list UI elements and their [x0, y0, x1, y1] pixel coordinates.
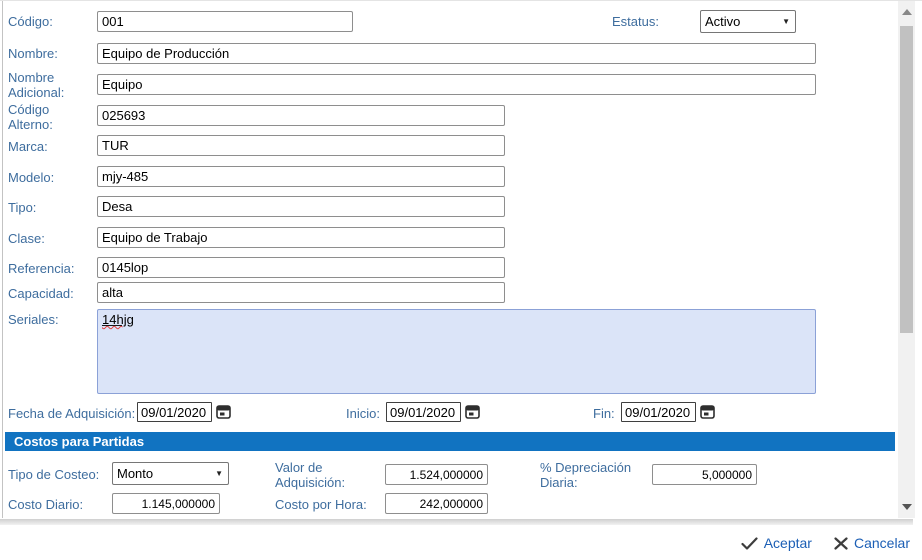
- bottom-divider: [0, 518, 913, 525]
- capacidad-input[interactable]: [97, 282, 505, 303]
- marca-label: Marca:: [8, 139, 48, 154]
- tipo-costeo-select-control[interactable]: Monto: [112, 462, 229, 485]
- seriales-textarea[interactable]: 14hjg: [97, 309, 816, 394]
- costo-por-hora-label: Costo por Hora:: [275, 497, 367, 512]
- calendar-icon[interactable]: [700, 404, 715, 419]
- referencia-label: Referencia:: [8, 261, 75, 276]
- nombre-input[interactable]: [97, 43, 816, 64]
- estatus-select-control[interactable]: Activo: [700, 10, 796, 33]
- depreciacion-diaria-label: % Depreciación Diaria:: [540, 460, 632, 490]
- codigo-label: Código:: [8, 14, 53, 29]
- tipo-costeo-select[interactable]: Monto ▼: [112, 462, 229, 485]
- panel-left-border: [2, 1, 3, 518]
- scroll-down-arrow-icon[interactable]: [902, 504, 912, 510]
- inicio-label: Inicio:: [346, 406, 380, 421]
- nombre-label: Nombre:: [8, 46, 58, 61]
- nombre-adicional-input[interactable]: [97, 74, 816, 95]
- check-icon: [741, 536, 758, 550]
- costos-section-header: Costos para Partidas: [5, 432, 895, 451]
- tipo-label: Tipo:: [8, 200, 37, 215]
- tipo-costeo-label: Tipo de Costeo:: [8, 467, 100, 482]
- scroll-up-arrow-icon[interactable]: [902, 9, 912, 15]
- seriales-value: 14hjg: [102, 312, 134, 327]
- codigo-input[interactable]: [97, 11, 353, 32]
- vertical-scrollbar[interactable]: [898, 1, 915, 518]
- seriales-label: Seriales:: [8, 312, 59, 327]
- inicio-input[interactable]: [386, 402, 461, 422]
- nombre-adicional-label: Nombre Adicional:: [8, 70, 65, 100]
- capacidad-label: Capacidad:: [8, 286, 74, 301]
- estatus-select[interactable]: Activo ▼: [700, 10, 796, 33]
- valor-adquisicion-input[interactable]: [385, 464, 488, 485]
- footer-action-bar: Aceptar Cancelar: [0, 525, 922, 560]
- codigo-alterno-label: Código Alterno:: [8, 102, 53, 132]
- fin-label: Fin:: [593, 406, 615, 421]
- referencia-input[interactable]: [97, 257, 505, 278]
- modelo-label: Modelo:: [8, 170, 55, 185]
- vertical-scrollbar-thumb[interactable]: [900, 26, 913, 333]
- clase-label: Clase:: [8, 231, 45, 246]
- fecha-adquisicion-label: Fecha de Adquisición:: [8, 406, 136, 421]
- cancelar-label: Cancelar: [853, 535, 910, 551]
- depreciacion-diaria-input[interactable]: [652, 464, 757, 485]
- modelo-input[interactable]: [97, 166, 505, 187]
- marca-input[interactable]: [97, 135, 505, 156]
- estatus-label: Estatus:: [612, 14, 659, 29]
- cancelar-button[interactable]: Cancelar: [834, 535, 910, 551]
- clase-input[interactable]: [97, 227, 505, 248]
- close-icon: [834, 536, 848, 550]
- codigo-alterno-input[interactable]: [97, 105, 505, 126]
- aceptar-label: Aceptar: [763, 535, 812, 551]
- asset-form-panel: Código: Estatus: Activo ▼ Nombre: Nombre…: [0, 0, 922, 560]
- costo-por-hora-input[interactable]: [385, 493, 488, 514]
- fecha-adquisicion-input[interactable]: [137, 402, 212, 422]
- calendar-icon[interactable]: [465, 404, 480, 419]
- valor-adquisicion-label: Valor de Adquisición:: [275, 460, 346, 490]
- costo-diario-label: Costo Diario:: [8, 497, 84, 512]
- calendar-icon[interactable]: [216, 404, 231, 419]
- aceptar-button[interactable]: Aceptar: [741, 535, 812, 551]
- fin-input[interactable]: [621, 402, 696, 422]
- costo-diario-input[interactable]: [112, 493, 220, 514]
- tipo-input[interactable]: [97, 196, 505, 217]
